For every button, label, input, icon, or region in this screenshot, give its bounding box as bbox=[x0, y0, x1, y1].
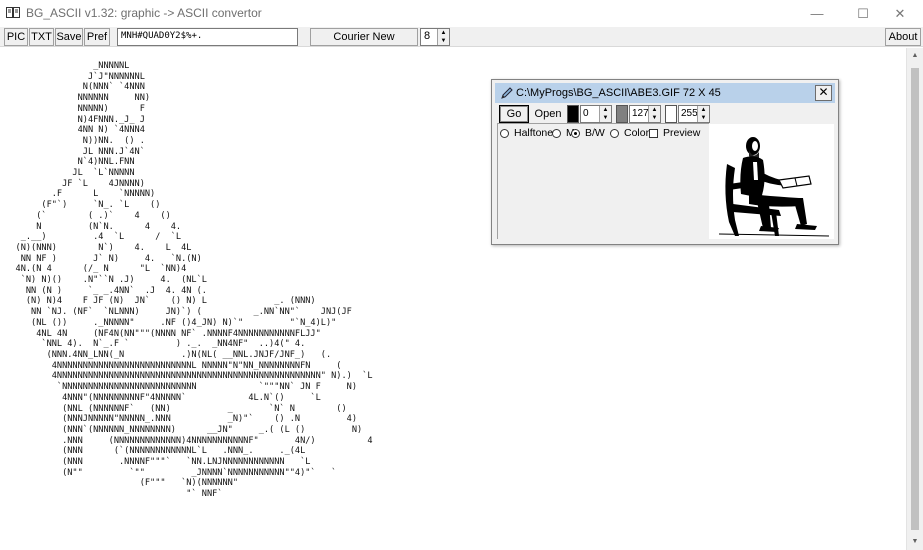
scroll-up-icon[interactable]: ▲ bbox=[907, 48, 923, 64]
book-icon bbox=[6, 7, 20, 18]
scrollbar-thumb[interactable] bbox=[911, 68, 919, 530]
black-level-value: 0 bbox=[583, 108, 589, 119]
white-level-value: 255 bbox=[681, 108, 698, 119]
image-window-close-button[interactable]: ✕ bbox=[815, 85, 832, 101]
charset-input[interactable]: MNH#QUAD0Y2$%+. bbox=[117, 28, 298, 46]
window-title: BG_ASCII v1.32: graphic -> ASCII convert… bbox=[26, 6, 262, 20]
go-button[interactable]: Go bbox=[499, 105, 529, 123]
options-pane bbox=[497, 123, 709, 239]
font-button[interactable]: Courier New bbox=[310, 28, 418, 46]
ascii-art-text: _NNNNNL J`J"NNNNNNL N(NNN` `4NNN NNNNNN … bbox=[15, 61, 373, 500]
title-bar: BG_ASCII v1.32: graphic -> ASCII convert… bbox=[0, 0, 923, 27]
white-swatch bbox=[665, 105, 677, 123]
color-radio[interactable]: Color bbox=[610, 127, 649, 139]
spin-arrows-icon[interactable]: ▲ ▼ bbox=[437, 29, 449, 45]
image-window-title-bar: C:\MyProgs\BG_ASCII\ABE3.GIF 72 X 45 ✕ bbox=[495, 83, 835, 103]
scroll-down-icon[interactable]: ▼ bbox=[907, 534, 923, 550]
font-size-value: 8 bbox=[424, 30, 431, 42]
font-size-stepper[interactable]: 8 ▲ ▼ bbox=[420, 28, 450, 46]
minimize-button[interactable]: — bbox=[794, 0, 840, 27]
open-button[interactable]: Open bbox=[533, 105, 563, 123]
image-window: C:\MyProgs\BG_ASCII\ABE3.GIF 72 X 45 ✕ G… bbox=[491, 79, 839, 245]
close-button[interactable]: ✕ bbox=[877, 0, 923, 27]
pref-button[interactable]: Pref bbox=[84, 28, 110, 46]
radio-icon bbox=[610, 128, 619, 138]
white-level-stepper[interactable]: 255 ▲ ▼ bbox=[678, 105, 710, 123]
gray-swatch bbox=[616, 105, 628, 123]
radio-icon bbox=[500, 128, 509, 138]
black-swatch bbox=[567, 105, 579, 123]
spin-arrows-icon[interactable]: ▲ ▼ bbox=[599, 106, 611, 122]
toolbar: PIC TXT Save Pref MNH#QUAD0Y2$%+. Courie… bbox=[0, 27, 923, 47]
radio-icon bbox=[552, 128, 561, 138]
bw-radio[interactable]: B/W bbox=[571, 127, 605, 139]
spin-arrows-icon[interactable]: ▲ ▼ bbox=[648, 106, 660, 122]
gray-level-stepper[interactable]: 127 ▲ ▼ bbox=[629, 105, 661, 123]
spin-arrows-icon[interactable]: ▲ ▼ bbox=[697, 106, 709, 122]
vertical-scrollbar[interactable]: ▲ ▼ bbox=[906, 48, 923, 550]
save-button[interactable]: Save bbox=[55, 28, 83, 46]
gray-level-value: 127 bbox=[632, 108, 649, 119]
checkbox-icon bbox=[649, 128, 658, 138]
image-window-title: C:\MyProgs\BG_ASCII\ABE3.GIF 72 X 45 bbox=[516, 87, 721, 99]
image-preview bbox=[709, 124, 834, 239]
app-window: BG_ASCII v1.32: graphic -> ASCII convert… bbox=[0, 0, 923, 550]
radio-checked-icon bbox=[571, 128, 580, 138]
black-level-stepper[interactable]: 0 ▲ ▼ bbox=[580, 105, 612, 123]
pencil-icon bbox=[501, 87, 513, 99]
about-button[interactable]: About bbox=[885, 28, 921, 46]
txt-button[interactable]: TXT bbox=[29, 28, 54, 46]
pic-button[interactable]: PIC bbox=[4, 28, 28, 46]
preview-checkbox[interactable]: Preview bbox=[649, 127, 700, 139]
halftone-radio[interactable]: Halftone bbox=[500, 127, 553, 139]
seated-man-reading-image bbox=[709, 124, 834, 239]
